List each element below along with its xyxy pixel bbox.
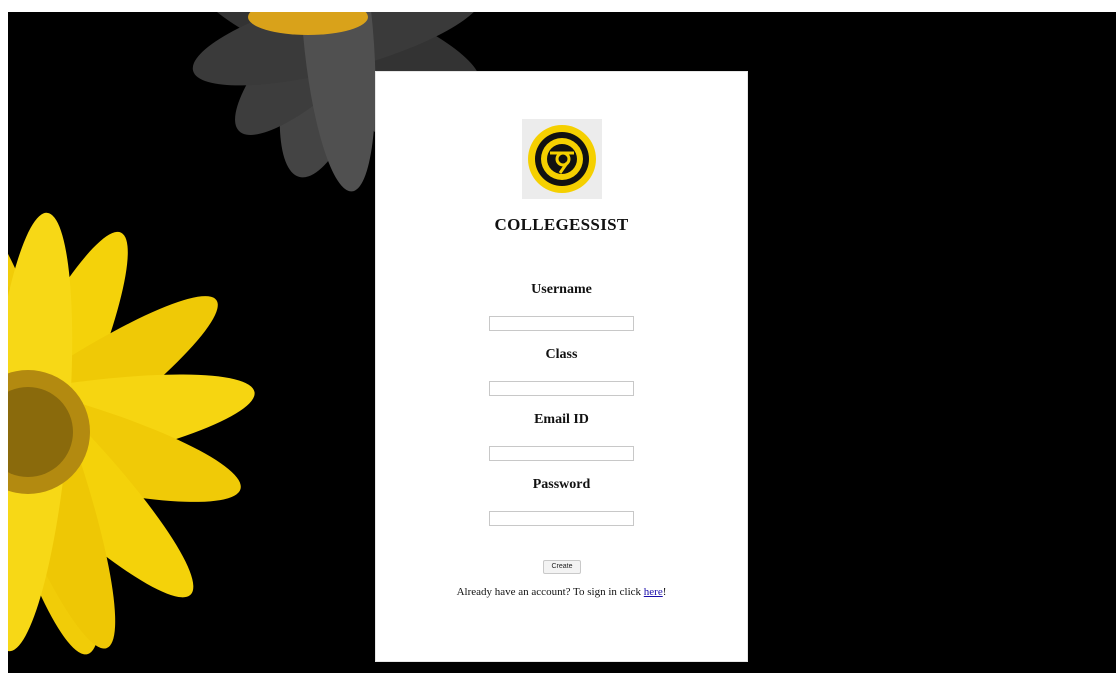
password-label: Password [532, 477, 591, 492]
username-input[interactable] [489, 316, 634, 331]
signin-text: Already have an account? To sign in clic… [456, 586, 644, 598]
yellow-flower [8, 209, 255, 655]
app-logo [522, 119, 602, 199]
create-button[interactable]: Create [543, 560, 581, 574]
password-input[interactable] [489, 511, 634, 526]
screen: COLLEGESSIST Username Class Email ID Pas… [0, 0, 1116, 673]
signin-prompt: Already have an account? To sign in clic… [376, 586, 747, 598]
signin-suffix: ! [662, 586, 667, 598]
signup-card: COLLEGESSIST Username Class Email ID Pas… [375, 71, 748, 662]
email-label: Email ID [534, 412, 589, 427]
email-input[interactable] [489, 446, 634, 461]
username-label: Username [531, 282, 592, 297]
app-name: COLLEGESSIST [494, 215, 629, 234]
class-label: Class [545, 347, 578, 362]
class-input[interactable] [489, 381, 634, 396]
signin-link[interactable]: here [644, 586, 663, 598]
chrome-like-logo-icon [528, 125, 596, 193]
